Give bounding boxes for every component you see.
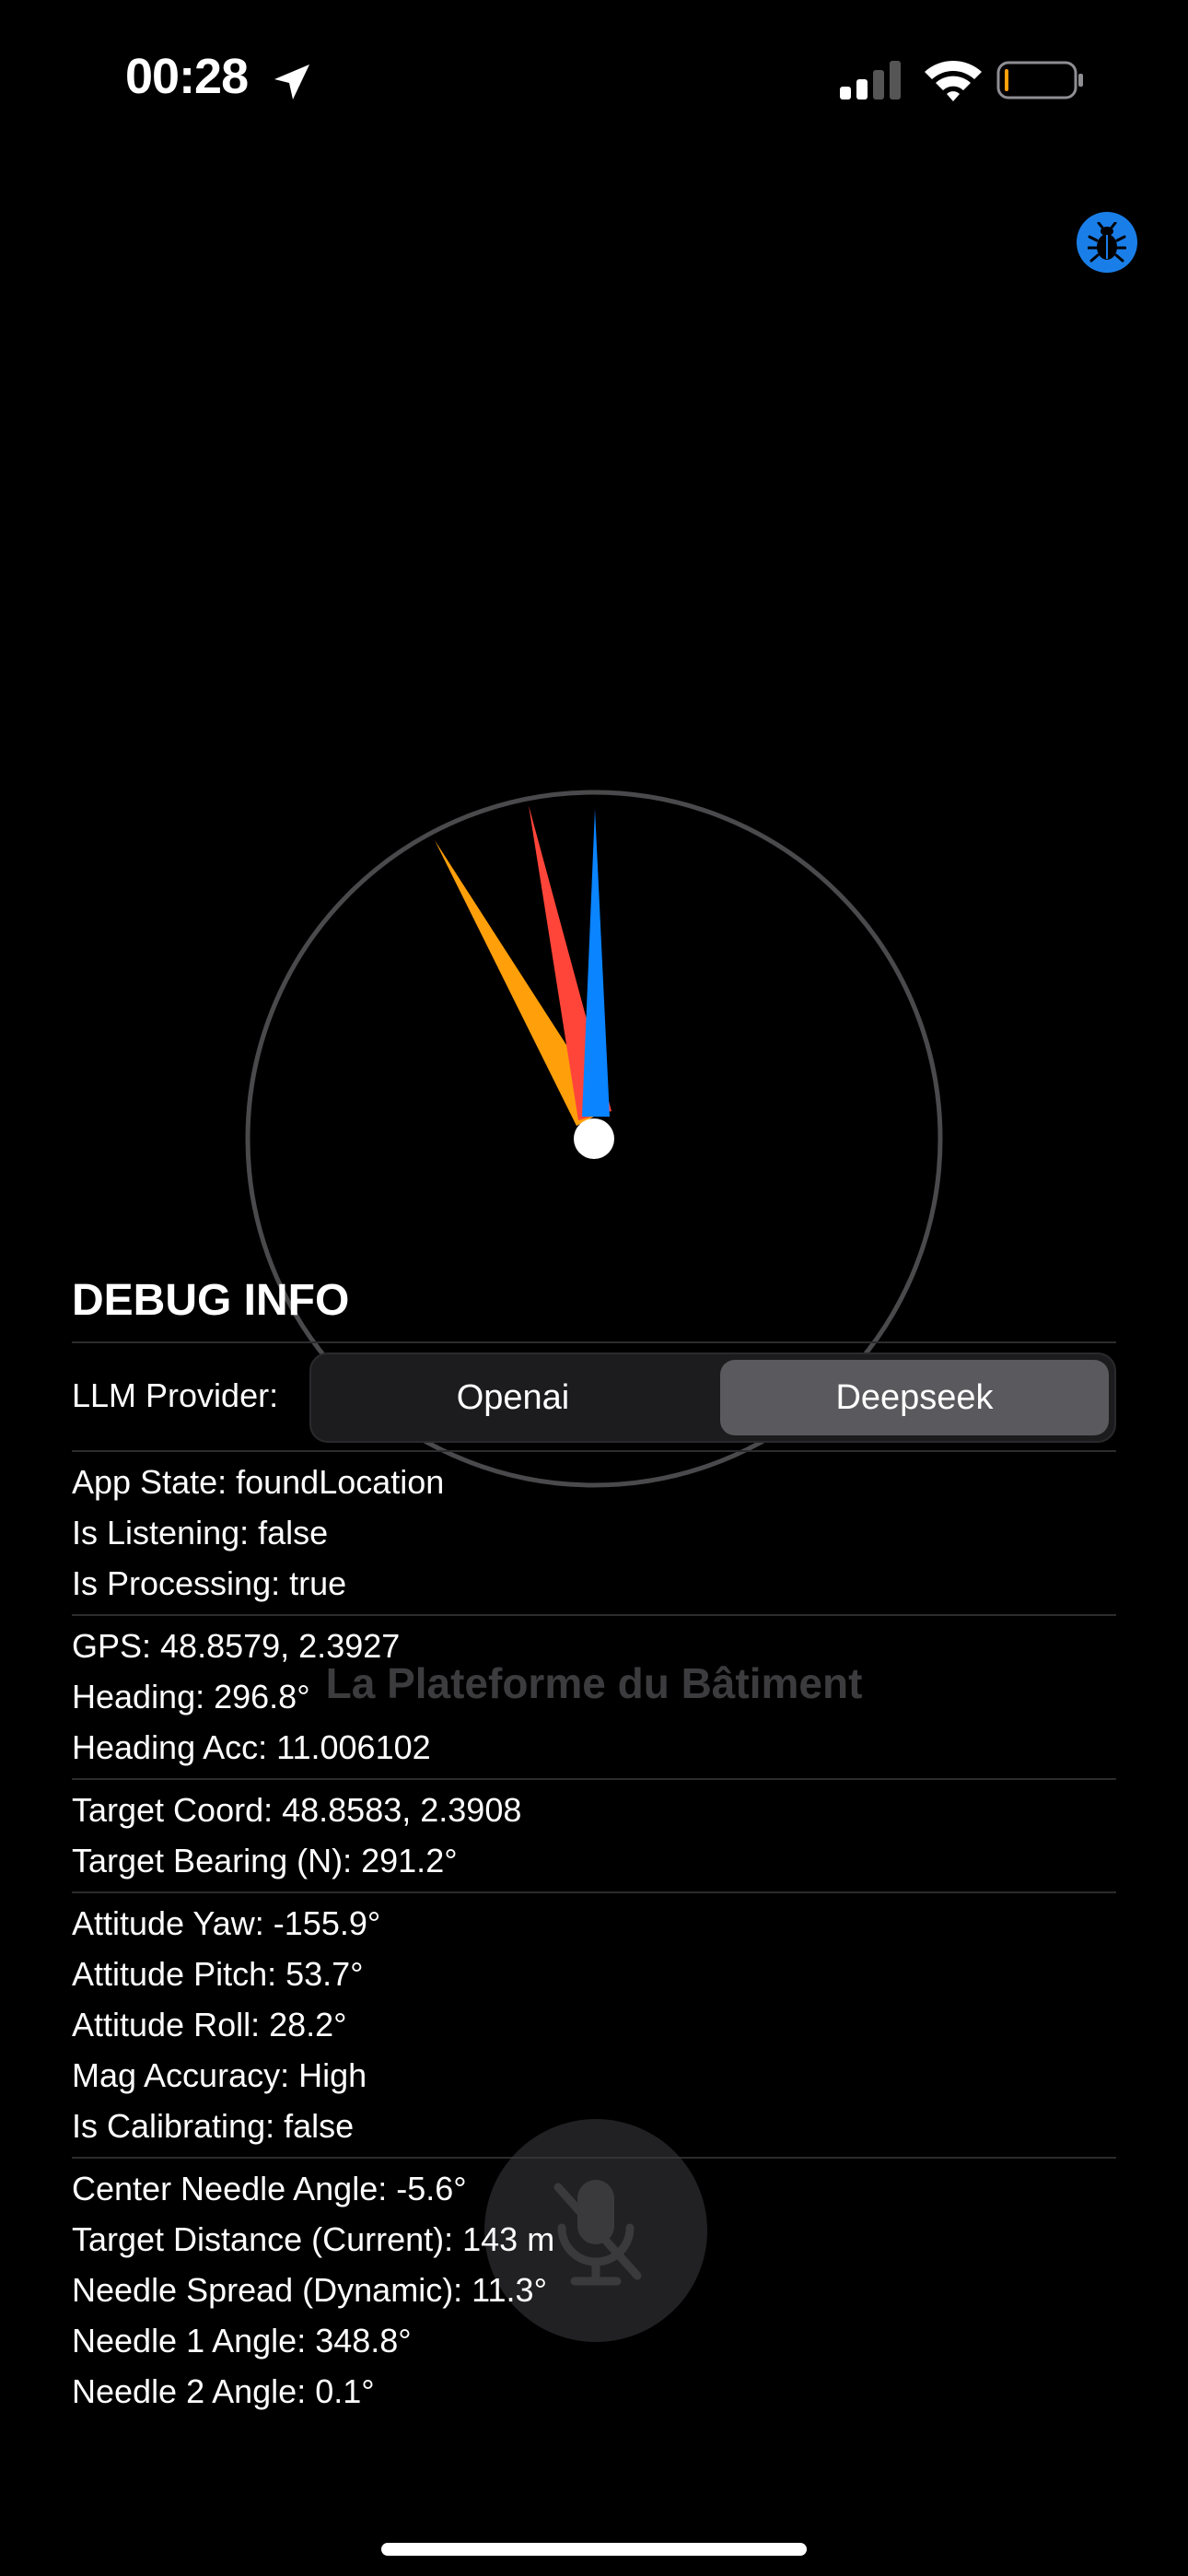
llm-provider-label: LLM Provider: — [72, 1376, 279, 1414]
divider — [72, 1450, 1116, 1452]
debug-is-listening: Is Listening: false — [72, 1514, 329, 1551]
debug-needle-2-angle: Needle 2 Angle: 0.1° — [72, 2372, 375, 2410]
bug-icon — [1088, 222, 1126, 263]
provider-option-openai[interactable]: Openai — [317, 1360, 709, 1435]
debug-target-coord: Target Coord: 48.8583, 2.3908 — [72, 1791, 522, 1829]
debug-app-state: App State: foundLocation — [72, 1463, 445, 1501]
divider — [72, 1341, 1116, 1343]
debug-center-needle-angle: Center Needle Angle: -5.6° — [72, 2170, 467, 2207]
debug-gps: GPS: 48.8579, 2.3927 — [72, 1627, 401, 1665]
needle-red — [529, 805, 611, 1120]
wifi-icon — [925, 60, 982, 101]
needle-blue — [582, 809, 610, 1117]
debug-heading-accuracy: Heading Acc: 11.006102 — [72, 1728, 431, 1766]
status-time: 00:28 — [125, 49, 249, 104]
divider — [72, 1891, 1116, 1893]
debug-is-processing: Is Processing: true — [72, 1564, 347, 1602]
compass-center — [574, 1118, 614, 1159]
debug-is-calibrating: Is Calibrating: false — [72, 2107, 355, 2145]
battery-icon — [996, 61, 1083, 100]
debug-attitude-yaw: Attitude Yaw: -155.9° — [72, 1904, 381, 1942]
debug-mag-accuracy: Mag Accuracy: High — [72, 2056, 367, 2094]
debug-title: DEBUG INFO — [72, 1276, 350, 1325]
provider-option-deepseek[interactable]: Deepseek — [720, 1360, 1109, 1435]
debug-heading: Heading: 296.8° — [72, 1678, 310, 1715]
debug-attitude-pitch: Attitude Pitch: 53.7° — [72, 1955, 364, 1993]
debug-needle-1-angle: Needle 1 Angle: 348.8° — [72, 2322, 412, 2359]
debug-toggle-button[interactable] — [1077, 212, 1137, 273]
needle-orange — [435, 840, 608, 1126]
cellular-signal-icon — [840, 61, 901, 100]
debug-attitude-roll: Attitude Roll: 28.2° — [72, 2006, 347, 2043]
llm-provider-segmented-control[interactable]: Openai Deepseek — [309, 1352, 1116, 1443]
divider — [72, 1614, 1116, 1616]
debug-needle-spread: Needle Spread (Dynamic): 11.3° — [72, 2271, 547, 2309]
home-indicator[interactable] — [381, 2543, 807, 2556]
debug-target-bearing: Target Bearing (N): 291.2° — [72, 1842, 458, 1879]
location-arrow-icon — [274, 64, 309, 100]
divider — [72, 1778, 1116, 1780]
debug-target-distance: Target Distance (Current): 143 m — [72, 2220, 555, 2258]
